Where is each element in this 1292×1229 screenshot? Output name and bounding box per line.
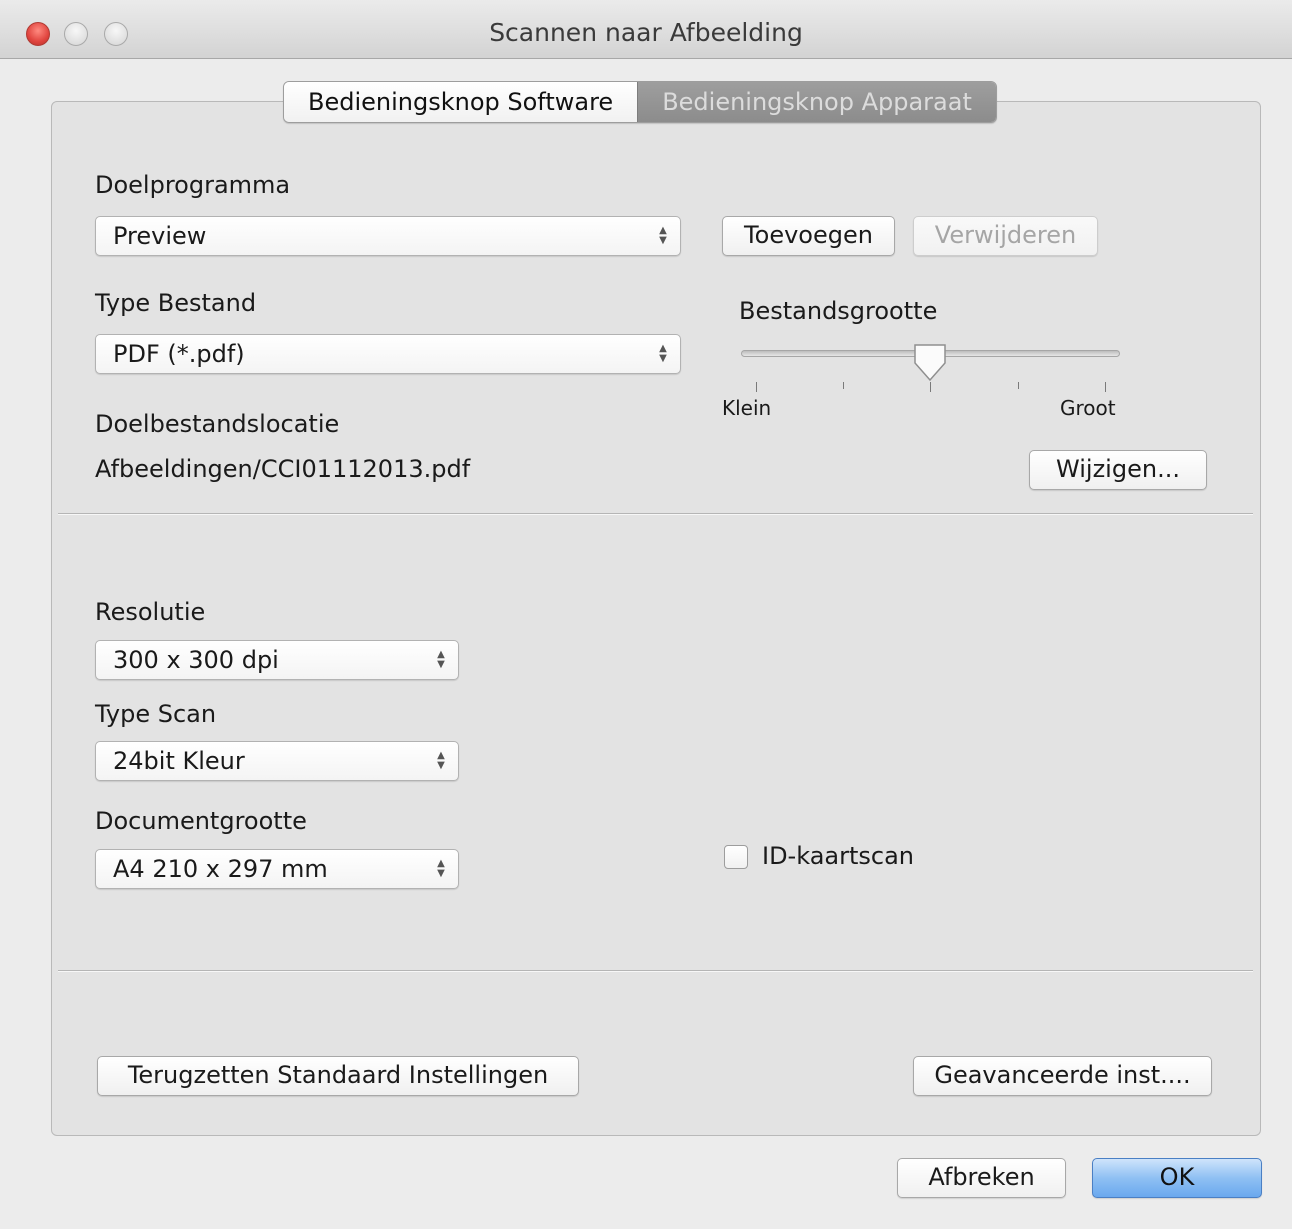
target-app-value: Preview [113,222,207,250]
target-app-label: Doelprogramma [95,171,291,199]
target-app-select[interactable]: Preview ▲ ▼ [95,216,681,256]
resolution-value: 300 x 300 dpi [113,646,279,674]
id-card-label[interactable]: ID-kaartscan [762,842,914,870]
resolution-label: Resolutie [95,598,206,626]
updown-arrows-icon: ▲ ▼ [437,858,445,879]
slider-tick [1018,382,1019,389]
cancel-button[interactable]: Afbreken [897,1158,1066,1198]
destination-path: Afbeeldingen/CCI01112013.pdf [95,455,471,483]
reset-defaults-button[interactable]: Terugzetten Standaard Instellingen [97,1056,579,1096]
file-size-label: Bestandsgrootte [739,297,938,325]
slider-tick [1105,382,1106,392]
section-divider [58,513,1253,515]
updown-arrows-icon: ▲ ▼ [437,649,445,670]
tab-device-button[interactable]: Bedieningsknop Apparaat [637,82,996,122]
slider-tick [756,382,757,392]
tab-bar: Bedieningsknop Software Bedieningsknop A… [283,81,997,123]
doc-size-select[interactable]: A4 210 x 297 mm ▲ ▼ [95,849,459,889]
updown-arrows-icon: ▲ ▼ [659,225,667,246]
advanced-settings-button[interactable]: Geavanceerde inst.... [913,1056,1212,1096]
slider-max-label: Groot [1060,396,1116,420]
remove-button[interactable]: Verwijderen [913,216,1098,256]
doc-size-label: Documentgrootte [95,807,307,835]
title-bar: Scannen naar Afbeelding [0,0,1292,59]
slider-min-label: Klein [722,396,772,420]
file-type-label: Type Bestand [95,289,257,317]
file-type-select[interactable]: PDF (*.pdf) ▲ ▼ [95,334,681,374]
file-type-value: PDF (*.pdf) [113,340,245,368]
id-card-checkbox[interactable] [724,845,748,869]
ok-button[interactable]: OK [1092,1158,1262,1198]
change-destination-button[interactable]: Wijzigen... [1029,450,1207,490]
doc-size-value: A4 210 x 297 mm [113,855,328,883]
window-title: Scannen naar Afbeelding [489,18,803,47]
settings-panel [51,101,1261,1136]
slider-tick [930,382,931,392]
scan-type-label: Type Scan [95,700,217,728]
tab-software-button[interactable]: Bedieningsknop Software [284,82,638,122]
add-button[interactable]: Toevoegen [722,216,895,256]
scan-type-value: 24bit Kleur [113,747,245,775]
updown-arrows-icon: ▲ ▼ [659,343,667,364]
file-size-slider-thumb[interactable] [912,343,948,383]
resolution-select[interactable]: 300 x 300 dpi ▲ ▼ [95,640,459,680]
destination-label: Doelbestandslocatie [95,410,340,438]
scan-type-select[interactable]: 24bit Kleur ▲ ▼ [95,741,459,781]
updown-arrows-icon: ▲ ▼ [437,750,445,771]
slider-tick [843,382,844,389]
section-divider [58,970,1253,972]
